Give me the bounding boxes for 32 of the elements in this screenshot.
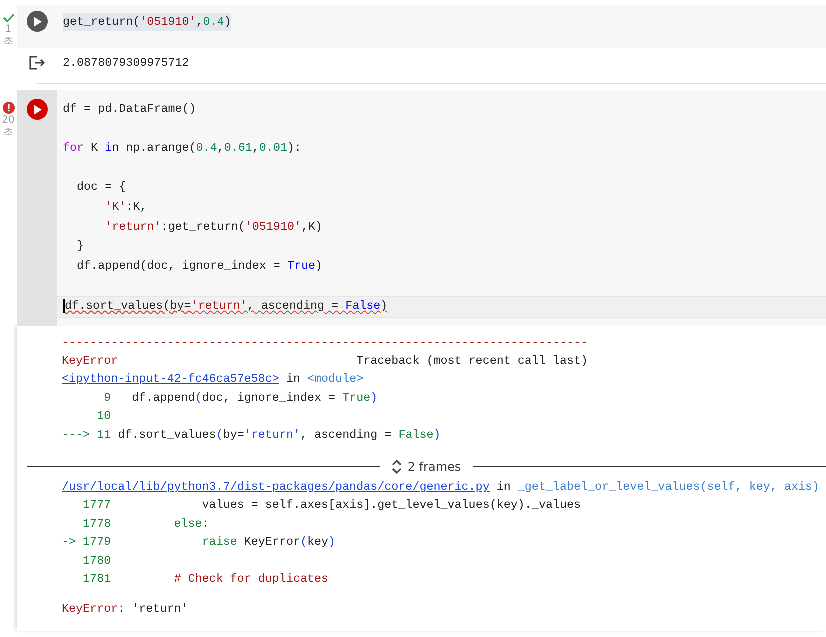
traceback-line: KeyError Traceback (most recent call last) bbox=[62, 352, 590, 370]
expand-icon bbox=[392, 460, 402, 474]
traceback-line: 1781 # Check for duplicates bbox=[82, 571, 330, 588]
traceback-line: --------------------------------------------------------------------------- bbox=[62, 334, 590, 352]
traceback-line: 1778 else: bbox=[82, 516, 210, 533]
traceback-line: 1780 bbox=[82, 552, 112, 570]
traceback-line: <ipython-input-42-fc46ca57e58c> in <module> bbox=[62, 371, 365, 388]
code-line: for K in np.arange(0.4,0.61,0.01): bbox=[63, 140, 303, 158]
traceback-line: 1777 values = self.axes[axis].get_level_values(key)._values bbox=[82, 497, 582, 514]
code-editor[interactable]: get_return('051910',0.4) bbox=[57, 5, 826, 48]
run-button[interactable] bbox=[26, 11, 48, 32]
code-line: 'K':K, bbox=[104, 198, 148, 216]
code-line: 'return':get_return('051910',K) bbox=[104, 218, 324, 236]
play-icon bbox=[34, 16, 42, 26]
traceback-line: /usr/local/lib/python3.7/dist-packages/pandas/core/generic.py in _get_label_or_level_values(self, key, axis) bbox=[62, 478, 820, 496]
traceback-line: -> 1779 raise KeyError(key) bbox=[62, 534, 337, 552]
traceback-line: 10 bbox=[96, 408, 112, 426]
traceback-line: KeyError: 'return' bbox=[62, 601, 190, 618]
traceback-line: ---> 11 df.sort_values(by='return', ascending = False) bbox=[62, 426, 442, 444]
code-editor[interactable]: df = pd.DataFrame() for K in np.arange(0.4,0.61,0.01): doc = { 'K':K, 'return':get_return('051910',K) } df.append(doc, ignore_index = True) df.sort_values(by='return', ascending = False) bbox=[57, 90, 826, 326]
output-icon bbox=[29, 56, 45, 70]
traceback-line: 9 df.append(doc, ignore_index = True) bbox=[103, 390, 379, 407]
run-button[interactable] bbox=[26, 99, 48, 120]
execution-time: 1초 bbox=[2, 24, 14, 48]
code-line: doc = { bbox=[76, 179, 128, 196]
output-text: 2.0878079309975712 bbox=[62, 56, 190, 70]
code-line: } bbox=[76, 238, 86, 256]
expand-frames-button[interactable]: 2 frames bbox=[390, 460, 464, 474]
play-icon bbox=[34, 104, 42, 114]
execution-time: 20초 bbox=[2, 115, 16, 139]
code-line: df = pd.DataFrame() bbox=[63, 101, 198, 118]
code-line: df.append(doc, ignore_index = True) bbox=[76, 258, 324, 275]
